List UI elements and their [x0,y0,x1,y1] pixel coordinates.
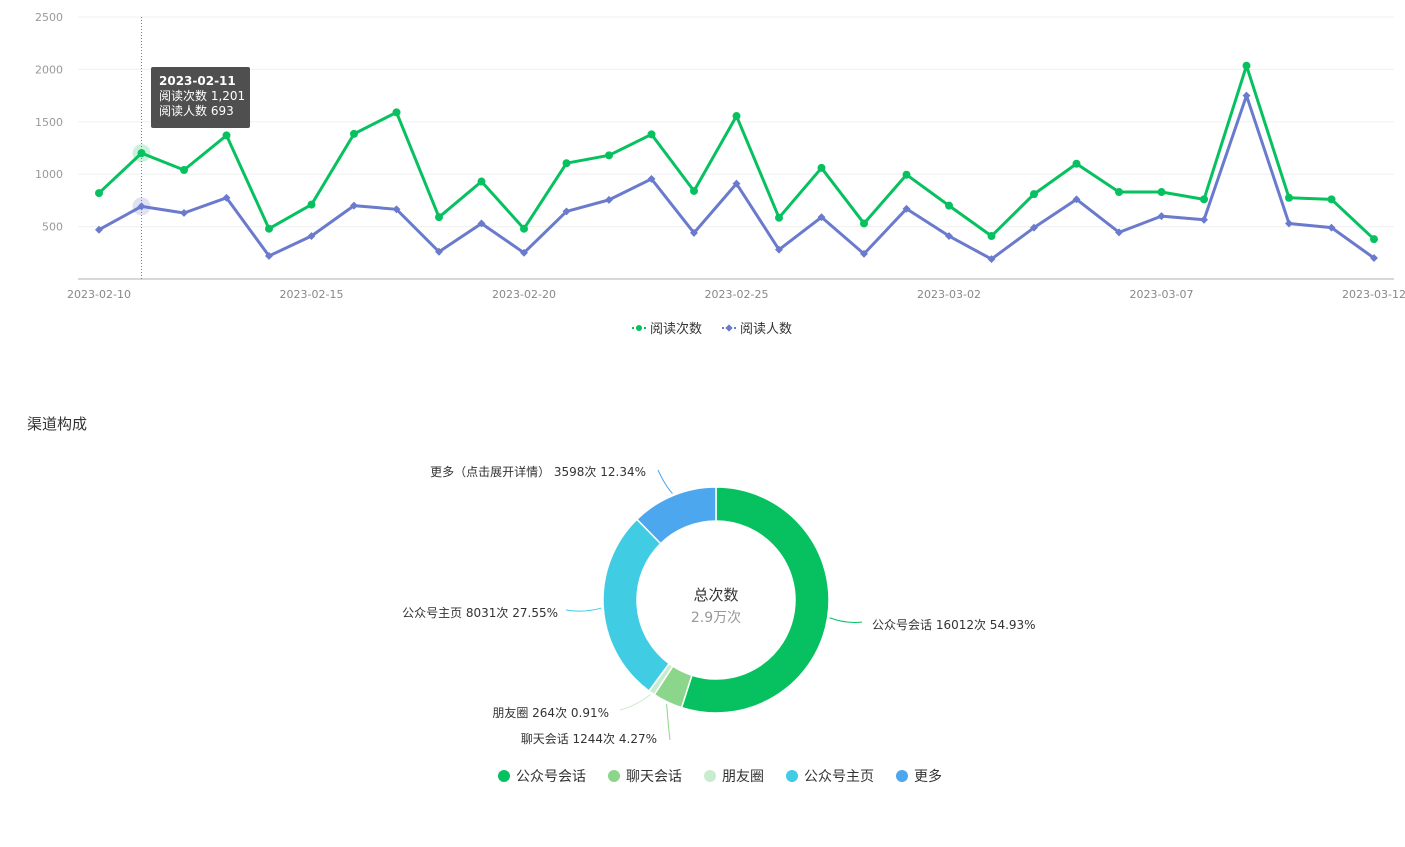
legend-item-read-count[interactable]: 阅读次数 [632,318,702,337]
data-point [902,170,911,179]
legend-swatch [896,770,908,782]
data-point [307,200,316,209]
data-point [562,159,571,168]
line-chart: 500 1000 1500 2000 2500 2023-02-10 2023-02-15 2… [35,11,1405,301]
data-point [1157,188,1166,197]
data-point [1327,195,1336,204]
pie-slice [647,662,674,696]
data-point [732,112,741,121]
series-line [97,64,1376,241]
tooltip-date: 2023-02-11 [159,74,236,88]
data-point [222,131,231,140]
data-point [265,224,273,233]
data-point [775,213,783,222]
data-point [392,108,401,117]
data-point [1370,235,1378,244]
pie-slice [602,518,671,693]
donut-center-value: 2.9万次 [691,610,741,626]
data-point [95,189,103,198]
data-point [987,232,996,241]
section-title: 渠道构成 [27,415,88,433]
data-point [1242,91,1251,100]
tooltip-read-count: 阅读次数 1,201 [159,89,246,103]
legend-item-reader-count[interactable]: 阅读人数 [722,318,792,337]
x-tick-label: 2023-02-10 [67,288,131,301]
y-tick-label: 500 [42,221,63,234]
legend-label: 阅读人数 [740,322,793,337]
x-tick-label: 2023-02-25 [705,288,769,301]
slice-label: 更多（点击展开详情） 3598次 12.34% [430,464,646,479]
legend-swatch [704,770,716,782]
pie-slice [680,486,830,714]
x-tick-label: 2023-03-12 [1342,288,1405,301]
slice-label: 朋友圈 264次 0.91% [492,706,609,720]
legend-label: 阅读次数 [650,322,703,337]
label-leader-line [565,607,602,612]
legend-swatch [498,770,510,782]
data-point [647,130,656,139]
donut-chart-legend: 公众号会话 聊天会话 朋友圈 公众号主页 更多 [498,766,964,786]
y-tick-label: 2500 [35,11,63,24]
data-point [1115,188,1123,197]
legend-swatch [608,770,620,782]
legend-item-official-homepage[interactable]: 公众号主页 [786,766,874,786]
slice-label: 公众号会话 16012次 54.93% [872,618,1036,632]
donut-center-label: 总次数 [693,586,738,604]
y-tick-label: 1000 [35,168,63,181]
data-point [1242,61,1251,70]
data-point [1157,212,1166,221]
pie-slice [635,486,717,545]
series-line [98,94,1375,261]
data-point [860,219,868,228]
data-point [435,213,443,222]
data-point [477,177,486,186]
pie-slice [653,665,693,709]
data-point [817,163,826,172]
data-point [137,149,146,158]
data-point [1200,195,1208,204]
legend-label: 聊天会话 [626,769,682,785]
data-point [1200,215,1208,224]
tooltip-reader-count: 阅读人数 693 [159,104,234,118]
data-point [520,224,528,233]
legend-item-moments[interactable]: 朋友圈 [704,766,764,786]
data-point [350,129,358,138]
legend-item-more[interactable]: 更多 [896,766,942,786]
slice-label: 公众号主页 8031次 27.55% [402,606,558,620]
data-point [1072,159,1081,168]
label-leader-line [657,469,673,494]
line-chart-legend: 阅读次数 阅读人数 [632,318,812,337]
x-tick-label: 2023-02-15 [280,288,344,301]
data-point [180,166,188,175]
diamond-marker-icon [722,322,737,334]
legend-swatch [786,770,798,782]
legend-label: 公众号会话 [516,769,586,785]
x-tick-label: 2023-03-02 [917,288,981,301]
label-leader-line [619,694,651,711]
y-tick-label: 2000 [35,63,63,76]
data-point [690,186,698,195]
data-point [605,151,613,160]
data-point [1285,193,1293,202]
legend-item-official-session[interactable]: 公众号会话 [498,766,586,786]
x-tick-label: 2023-03-07 [1130,288,1194,301]
legend-label: 更多 [914,769,942,785]
legend-label: 公众号主页 [804,769,874,785]
x-tick-label: 2023-02-20 [492,288,556,301]
y-tick-label: 1500 [35,116,63,129]
label-leader-line [829,617,863,623]
data-point [180,209,188,217]
label-leader-line [666,703,671,741]
data-point [1030,190,1038,199]
slice-label: 聊天会话 1244次 4.27% [521,732,657,746]
data-point [945,201,953,210]
circle-marker-icon [632,322,646,334]
chart-tooltip: 2023-02-11 阅读次数 1,201 阅读人数 693 [151,67,250,128]
legend-label: 朋友圈 [722,769,764,785]
legend-item-chat-session[interactable]: 聊天会话 [608,766,682,786]
